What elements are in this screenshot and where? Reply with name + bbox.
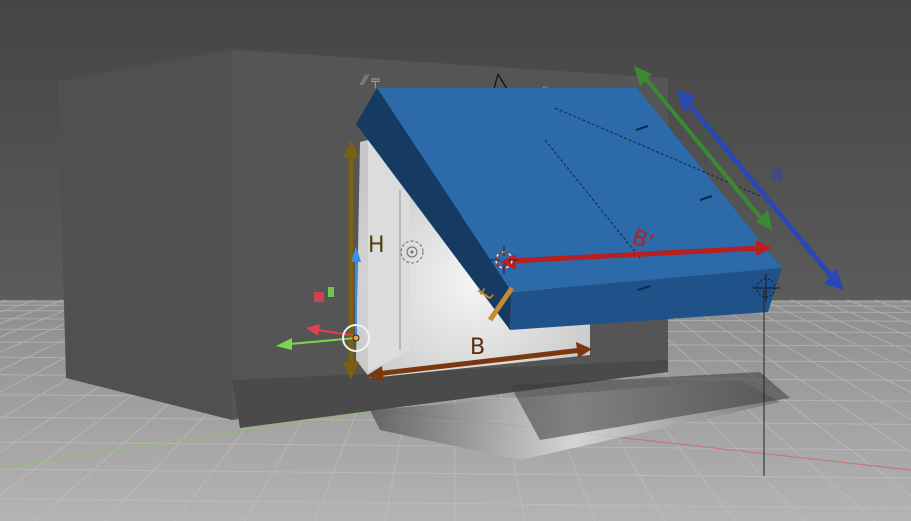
gizmo-plane-yz-handle[interactable] [328, 287, 334, 297]
scene-canvas[interactable]: ⁄⁄ ╤ ⁄⁄ ╤ H B t [0, 0, 911, 521]
dimension-a-label: a [770, 161, 783, 186]
dimension-b-label: B [470, 335, 485, 360]
pivot-center-icon [352, 334, 360, 342]
gizmo-plane-xz-handle[interactable] [314, 292, 324, 302]
box-top-marks: ⁄⁄ ╤ [359, 73, 380, 89]
3d-viewport[interactable]: ⁄⁄ ╤ ⁄⁄ ╤ H B t [0, 0, 911, 521]
box-left-face [58, 50, 232, 420]
dimension-h-label: H [368, 233, 385, 258]
